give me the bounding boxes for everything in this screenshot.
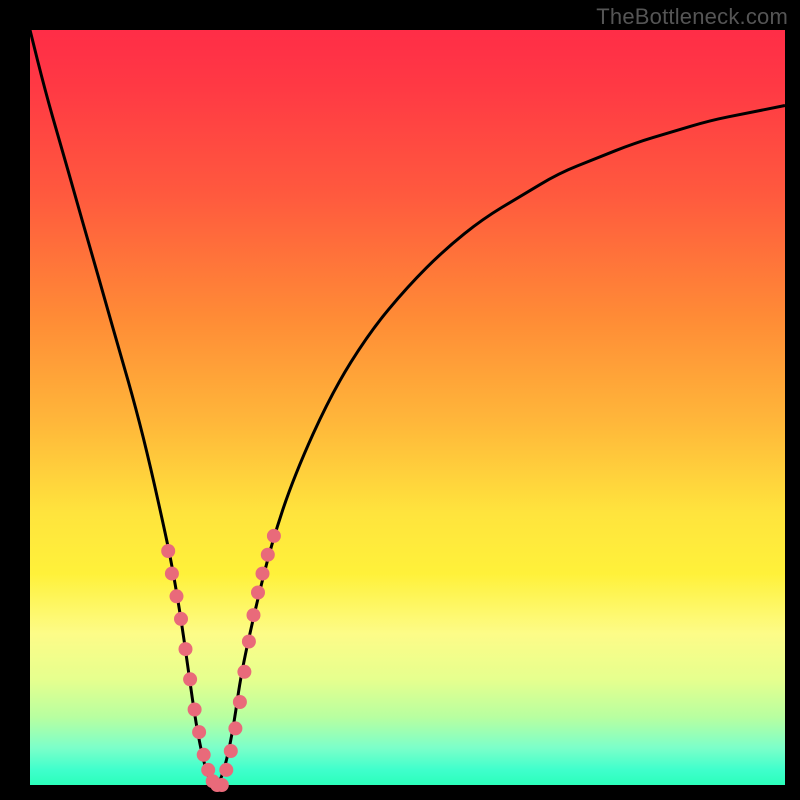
highlight-dot (237, 665, 251, 679)
highlight-dot (215, 778, 229, 792)
highlight-dot (170, 589, 184, 603)
bottleneck-curve-svg (30, 30, 785, 785)
highlight-dot (251, 586, 265, 600)
highlight-dot (256, 567, 270, 581)
highlight-dot (183, 672, 197, 686)
chart-frame: TheBottleneck.com (0, 0, 800, 800)
highlight-dot (242, 635, 256, 649)
highlight-dot (261, 548, 275, 562)
highlight-dots (161, 529, 281, 792)
plot-area (30, 30, 785, 785)
highlight-dot (174, 612, 188, 626)
highlight-dot (219, 763, 233, 777)
highlight-dot (188, 703, 202, 717)
highlight-dot (179, 642, 193, 656)
highlight-dot (161, 544, 175, 558)
watermark-label: TheBottleneck.com (596, 4, 788, 30)
highlight-dot (192, 725, 206, 739)
highlight-dot (224, 744, 238, 758)
highlight-dot (165, 567, 179, 581)
highlight-dot (247, 608, 261, 622)
highlight-dot (233, 695, 247, 709)
highlight-dot (228, 721, 242, 735)
highlight-dot (267, 529, 281, 543)
highlight-dot (197, 748, 211, 762)
bottleneck-curve (30, 30, 785, 785)
